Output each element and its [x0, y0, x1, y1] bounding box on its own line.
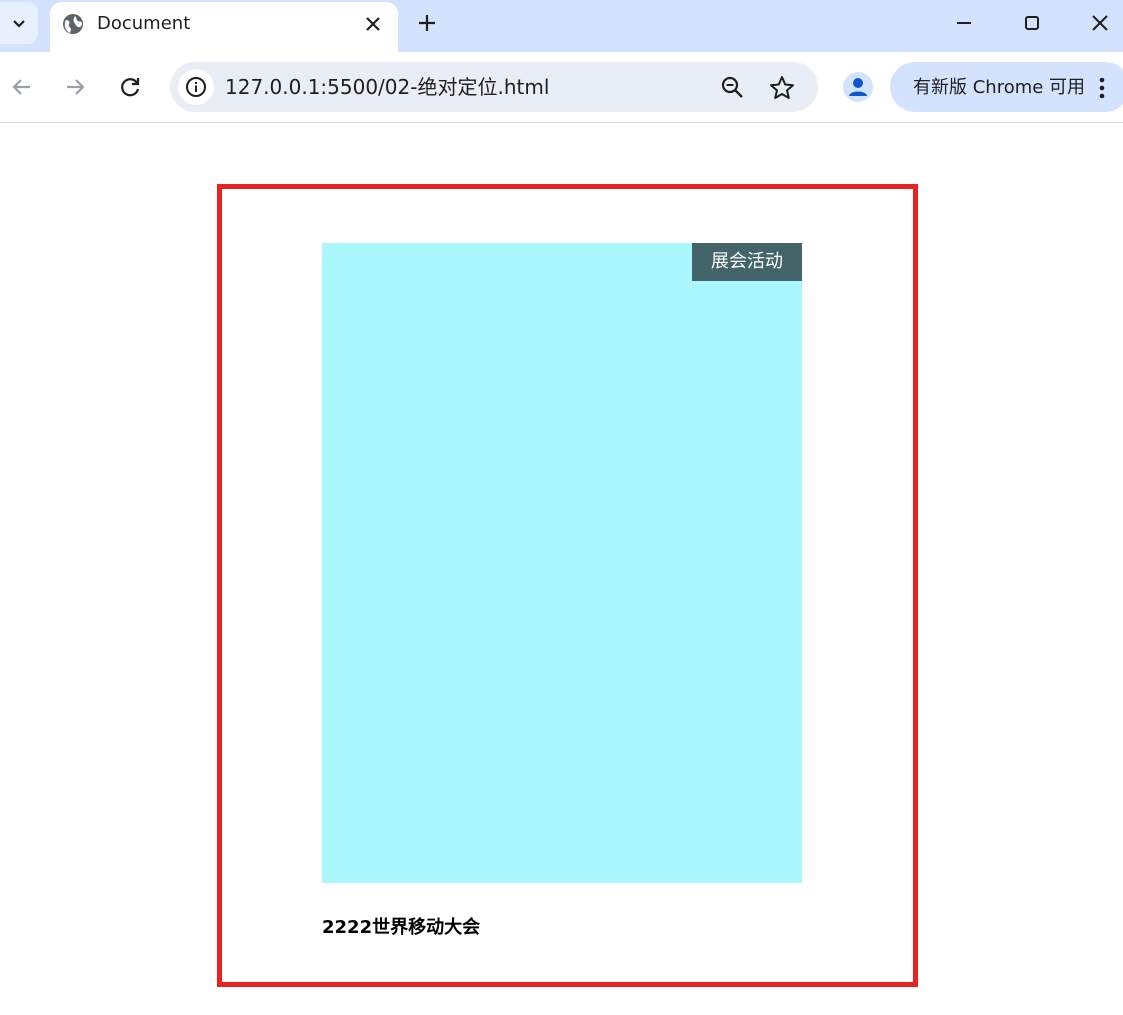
window-close-icon[interactable]	[1088, 11, 1112, 35]
event-badge: 展会活动	[692, 243, 802, 281]
tab-search-button[interactable]	[0, 2, 38, 44]
globe-icon	[63, 14, 83, 34]
outer-container: 展会活动 2222世界移动大会	[217, 184, 918, 987]
zoom-out-icon[interactable]	[720, 75, 746, 101]
tab-document[interactable]: Document	[50, 2, 398, 52]
profile-icon	[849, 78, 867, 96]
tab-strip: Document	[0, 0, 1123, 52]
browser-toolbar: 127.0.0.1:5500/02-绝对定位.html 有新版 Chrome 可…	[0, 52, 1123, 123]
back-arrow-icon[interactable]	[9, 74, 35, 100]
image-placeholder: 展会活动	[322, 243, 802, 883]
star-icon[interactable]	[768, 74, 796, 102]
site-info-button[interactable]	[178, 69, 214, 105]
url-text[interactable]: 127.0.0.1:5500/02-绝对定位.html	[225, 75, 549, 99]
forward-arrow-icon[interactable]	[62, 74, 88, 100]
info-icon	[186, 77, 206, 97]
chrome-update-chip[interactable]: 有新版 Chrome 可用	[890, 62, 1123, 112]
close-icon[interactable]	[362, 13, 384, 35]
tab-search-icon	[13, 20, 25, 28]
maximize-icon[interactable]	[1020, 11, 1044, 35]
minimize-icon[interactable]	[952, 11, 976, 35]
profile-button[interactable]	[843, 72, 873, 102]
reload-icon[interactable]	[117, 74, 143, 100]
more-vert-icon[interactable]	[1092, 76, 1112, 100]
tab-title: Document	[97, 13, 191, 34]
address-bar[interactable]: 127.0.0.1:5500/02-绝对定位.html	[170, 62, 818, 112]
plus-icon[interactable]	[415, 11, 439, 35]
caption-text: 2222世界移动大会	[322, 917, 481, 938]
update-chip-label: 有新版 Chrome 可用	[913, 77, 1086, 98]
page-viewport: 展会活动 2222世界移动大会	[0, 124, 1123, 1015]
